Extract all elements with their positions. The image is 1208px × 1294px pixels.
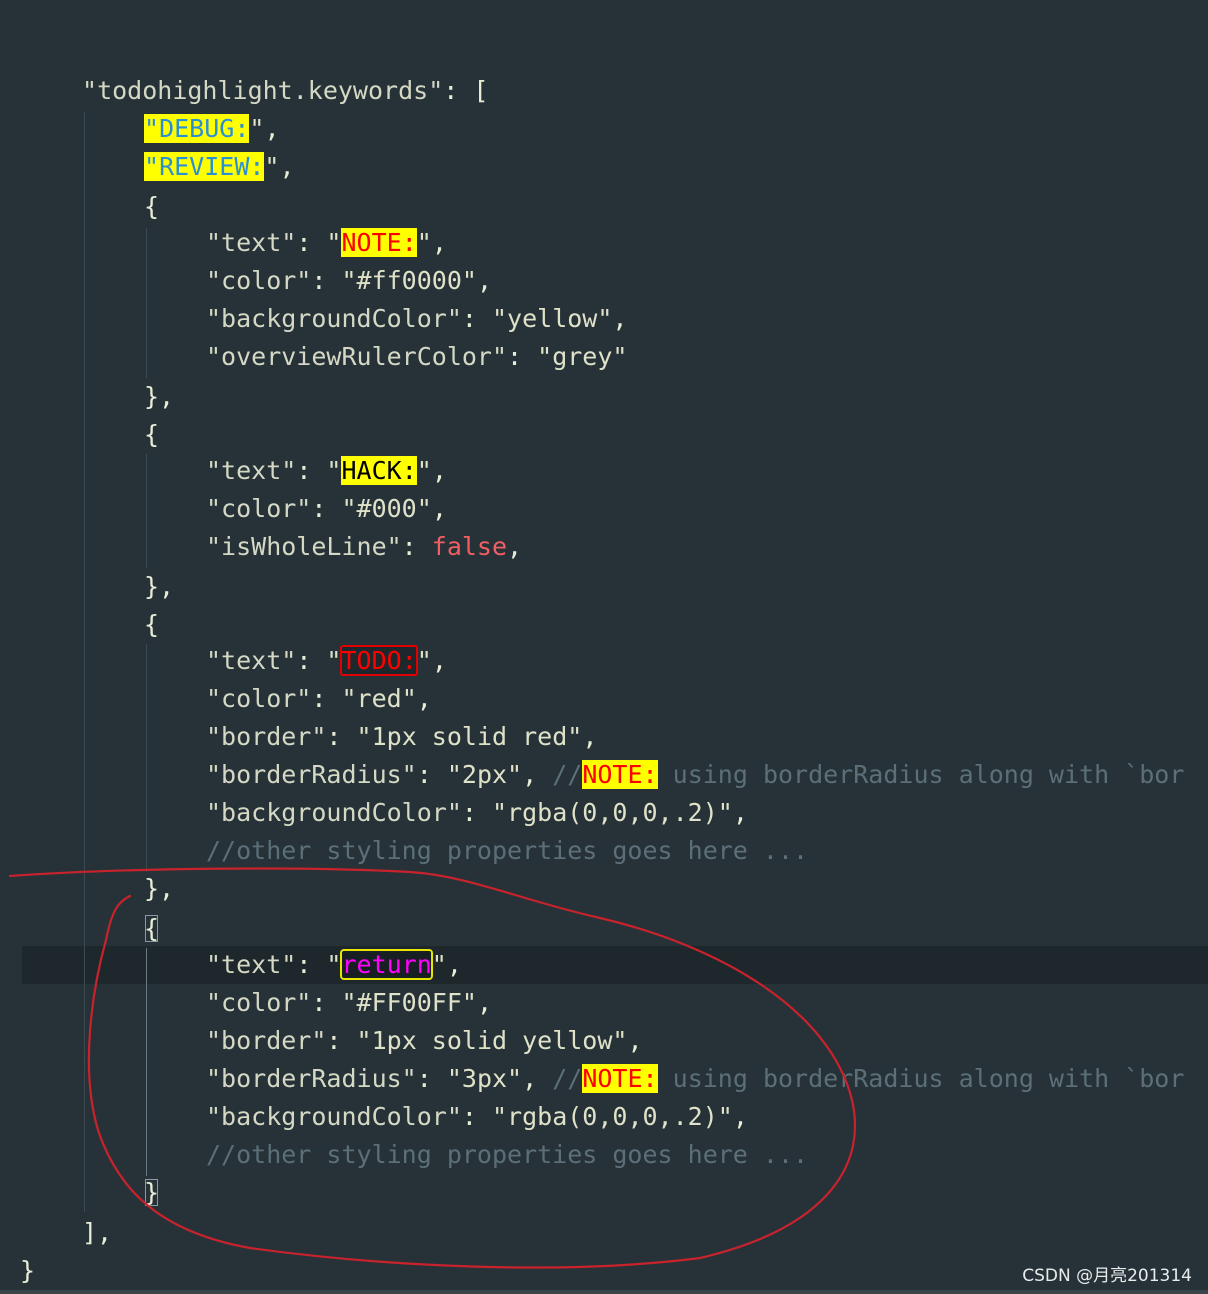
indent-guide [146,454,147,568]
code-line: "text": "NOTE:", [206,228,447,257]
code-line: } [20,1256,36,1285]
code-line: "backgroundColor": "rgba(0,0,0,.2)", [206,798,748,827]
code-line: "color": "#000", [206,494,447,523]
code-line: "color": "red", [206,684,432,713]
code-line: "backgroundColor": "rgba(0,0,0,.2)", [206,1102,748,1131]
comment-note-tag: NOTE: [582,760,658,789]
code-line: "REVIEW:", [144,152,295,181]
indent-guide [84,112,85,1212]
code-line: "isWholeLine": false, [206,532,523,561]
code-line: //other styling properties goes here ... [206,836,809,865]
indent-guide [146,948,147,1176]
keyword-note: NOTE: [341,228,417,257]
keyword-review: REVIEW: [159,152,265,181]
code-line: ], [82,1218,113,1247]
code-line: "backgroundColor": "yellow", [206,304,628,333]
code-line: "text": "TODO:", [206,645,447,676]
code-line: { [144,420,160,449]
code-line: //other styling properties goes here ... [206,1140,809,1169]
keyword-hack: HACK: [341,456,417,485]
code-line: } [144,1174,159,1212]
code-line: "borderRadius": "2px", //NOTE: using bor… [206,760,1185,789]
code-line: }, [144,874,175,903]
keyword-return: return [340,949,433,980]
indent-guide [146,644,147,872]
comment-note-tag: NOTE: [582,1064,658,1093]
code-editor[interactable]: "todohighlight.keywords": [ "DEBUG:", "R… [0,0,1208,1294]
indent-guide [146,228,147,378]
code-line: "color": "#ff0000", [206,266,493,295]
code-line: "text": "HACK:", [206,456,447,485]
code-line[interactable]: "text": "return", [206,946,462,984]
code-line: }, [144,382,175,411]
code-line: { [144,910,159,948]
code-line: { [144,610,160,639]
code-line: "border": "1px solid yellow", [206,1026,643,1055]
code-line: { [144,192,160,221]
code-line: }, [144,572,175,601]
current-line-highlight [22,946,1208,984]
code-line: "border": "1px solid red", [206,722,598,751]
keyword-debug: DEBUG: [159,114,250,143]
code-line: "DEBUG:", [144,114,280,143]
keyword-todo: TODO: [340,645,418,676]
matched-bracket: { [144,914,160,943]
watermark: CSDN @月亮201314 [1022,1266,1192,1286]
code-line: "borderRadius": "3px", //NOTE: using bor… [206,1064,1185,1093]
bottom-scrollbar[interactable] [0,1290,1208,1294]
code-line: "color": "#FF00FF", [206,988,493,1017]
matched-bracket: } [144,1178,160,1207]
setting-key: todohighlight.keywords [97,76,429,105]
code-line: "todohighlight.keywords": [ [82,76,489,105]
code-line: "overviewRulerColor": "grey" [206,342,628,371]
